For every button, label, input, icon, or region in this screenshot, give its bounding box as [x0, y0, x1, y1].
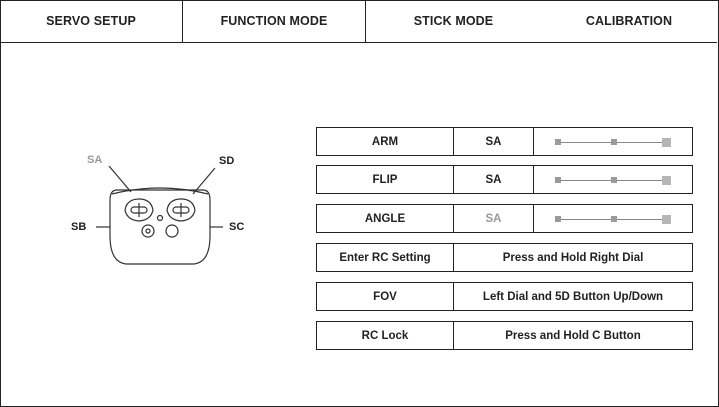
table-row-flip: FLIP SA — [316, 165, 693, 194]
label-sa: SA — [87, 154, 103, 166]
tab-function-mode[interactable]: FUNCTION MODE — [183, 0, 366, 42]
three-position-slider[interactable] — [534, 128, 692, 155]
row-name: FOV — [317, 283, 454, 310]
slider-stop-1 — [555, 216, 561, 222]
slider-handle[interactable] — [662, 215, 671, 224]
label-sd: SD — [219, 155, 235, 167]
slider-stop-1 — [555, 139, 561, 145]
slider-handle[interactable] — [662, 176, 671, 185]
three-position-slider[interactable] — [534, 205, 692, 232]
table-row-angle: ANGLE SA — [316, 204, 693, 233]
row-name: RC Lock — [317, 322, 454, 349]
row-value: Left Dial and 5D Button Up/Down — [482, 290, 664, 303]
tab-servo-setup[interactable]: SERVO SETUP — [0, 0, 183, 42]
slider-stop-2 — [611, 139, 617, 145]
tab-calibration[interactable]: CALIBRATION — [541, 0, 717, 42]
slider-stop-1 — [555, 177, 561, 183]
switch-select[interactable]: SA — [454, 205, 534, 232]
switch-select[interactable]: SA — [454, 128, 534, 155]
row-value: Press and Hold C Button — [505, 329, 641, 342]
row-name: FLIP — [317, 166, 454, 193]
slider-stop-2 — [611, 177, 617, 183]
slider-stop-2 — [611, 216, 617, 222]
tab-stick-mode[interactable]: STICK MODE — [366, 0, 541, 42]
switch-select[interactable]: SA — [454, 166, 534, 193]
label-sb: SB — [71, 221, 87, 233]
tab-bar: SERVO SETUP FUNCTION MODE STICK MODE CAL… — [0, 0, 717, 43]
table-row-fov: FOV Left Dial and 5D Button Up/Down — [316, 282, 693, 311]
table-row-arm: ARM SA — [316, 127, 693, 156]
row-name: ARM — [317, 128, 454, 155]
label-sc: SC — [229, 221, 245, 233]
table-row-enter-rc-setting: Enter RC Setting Press and Hold Right Di… — [316, 243, 693, 272]
three-position-slider[interactable] — [534, 166, 692, 193]
row-name: Enter RC Setting — [317, 244, 454, 271]
slider-handle[interactable] — [662, 138, 671, 147]
table-row-rc-lock: RC Lock Press and Hold C Button — [316, 321, 693, 350]
row-name: ANGLE — [317, 205, 454, 232]
row-value: Press and Hold Right Dial — [502, 251, 644, 264]
